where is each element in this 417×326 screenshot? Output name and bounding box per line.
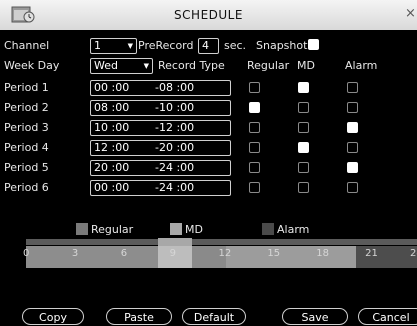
timeline-tick-label: 12 <box>218 248 232 259</box>
period-start-time[interactable]: 00 :00 <box>94 81 129 94</box>
period-regular-checkbox[interactable] <box>249 182 260 193</box>
period-alarm-checkbox[interactable] <box>347 162 358 173</box>
period-end-time[interactable]: -20 :00 <box>155 141 194 155</box>
period-start-time[interactable]: 12 :00 <box>94 141 129 154</box>
period-end-time[interactable]: -08 :00 <box>155 81 194 95</box>
period-md-checkbox[interactable] <box>298 142 309 153</box>
period-end-time[interactable]: -10 :00 <box>155 101 194 115</box>
period-regular-checkbox[interactable] <box>249 162 260 173</box>
channel-value: 1 <box>94 39 101 52</box>
period-time-range[interactable]: 12 :00 -20 :00 <box>90 140 231 156</box>
timeline-tick-label: 24 <box>410 248 417 259</box>
md-header: MD <box>297 59 315 72</box>
timeline-tick-label: 15 <box>267 248 281 259</box>
legend-md-label: MD <box>185 223 203 236</box>
period-time-range[interactable]: 08 :00 -10 :00 <box>90 100 231 116</box>
timeline-period-12-20 <box>226 246 356 268</box>
timeline-tick-label: 18 <box>316 248 329 259</box>
copy-button[interactable]: Copy <box>22 308 84 325</box>
timeline-tick-label: 9 <box>169 248 176 259</box>
period-start-time[interactable]: 08 :00 <box>94 101 129 114</box>
channel-label: Channel <box>4 39 50 52</box>
snapshot-label: Snapshot <box>256 39 308 52</box>
legend-regular-swatch <box>76 223 88 235</box>
period-alarm-checkbox[interactable] <box>347 182 358 193</box>
timeline-period-0-8 <box>26 246 158 268</box>
period-md-checkbox[interactable] <box>298 162 309 173</box>
channel-select[interactable]: 1 ▼ <box>90 38 137 54</box>
period-regular-checkbox[interactable] <box>249 82 260 93</box>
period-end-time[interactable]: -12 :00 <box>155 121 194 135</box>
prerecord-unit: sec. <box>224 39 247 52</box>
period-label: Period 4 <box>4 141 49 154</box>
default-button[interactable]: Default <box>182 308 246 325</box>
period-alarm-checkbox[interactable] <box>347 142 358 153</box>
period-alarm-checkbox[interactable] <box>347 82 358 93</box>
legend-alarm-label: Alarm <box>277 223 310 236</box>
period-alarm-checkbox[interactable] <box>347 102 358 113</box>
period-start-time[interactable]: 00 :00 <box>94 181 129 194</box>
period-label: Period 1 <box>4 81 49 94</box>
period-label: Period 5 <box>4 161 49 174</box>
period-time-range[interactable]: 00 :00 -08 :00 <box>90 80 231 96</box>
period-time-range[interactable]: 20 :00 -24 :00 <box>90 160 231 176</box>
period-label: Period 3 <box>4 121 49 134</box>
record-type-header: Record Type <box>158 59 225 72</box>
period-regular-checkbox[interactable] <box>249 142 260 153</box>
legend-md-swatch <box>170 223 182 235</box>
period-md-checkbox[interactable] <box>298 102 309 113</box>
period-label: Period 2 <box>4 101 49 114</box>
weekday-select[interactable]: Wed ▼ <box>90 58 153 74</box>
period-time-range[interactable]: 00 :00 -24 :00 <box>90 180 231 196</box>
chevron-down-icon: ▼ <box>127 42 133 50</box>
regular-header: Regular <box>247 59 290 72</box>
period-regular-checkbox[interactable] <box>249 122 260 133</box>
period-end-time[interactable]: -24 :00 <box>155 181 194 195</box>
period-md-checkbox[interactable] <box>298 122 309 133</box>
legend-alarm-swatch <box>262 223 274 235</box>
paste-button[interactable]: Paste <box>106 308 172 325</box>
timeline-track <box>26 239 417 245</box>
prerecord-label: PreRecord <box>138 39 194 52</box>
window-title: SCHEDULE <box>174 8 243 22</box>
timeline-md-segment <box>158 238 192 246</box>
timeline-tick-label: 6 <box>120 248 128 259</box>
period-md-checkbox[interactable] <box>298 82 309 93</box>
period-label: Period 6 <box>4 181 49 194</box>
timeline-tick-label: 0 <box>23 248 30 259</box>
period-start-time[interactable]: 10 :00 <box>94 121 129 134</box>
close-icon[interactable]: × <box>405 6 417 22</box>
timeline-tick-label: 21 <box>365 248 378 259</box>
title-bar: SCHEDULE × <box>0 0 417 31</box>
period-end-time[interactable]: -24 :00 <box>155 161 194 175</box>
period-alarm-checkbox[interactable] <box>347 122 358 133</box>
period-regular-checkbox[interactable] <box>249 102 260 113</box>
period-md-checkbox[interactable] <box>298 182 309 193</box>
schedule-panel: Channel 1 ▼ PreRecord 4 sec. Snapshot We… <box>0 30 417 325</box>
snapshot-checkbox[interactable] <box>308 39 319 50</box>
timeline-tick-label: 3 <box>71 248 79 259</box>
prerecord-input[interactable]: 4 <box>198 38 219 54</box>
legend-regular-label: Regular <box>91 223 134 236</box>
cancel-button[interactable]: Cancel <box>358 308 417 325</box>
weekday-label: Week Day <box>4 59 60 72</box>
period-time-range[interactable]: 10 :00 -12 :00 <box>90 120 231 136</box>
chevron-down-icon: ▼ <box>143 62 149 70</box>
alarm-header: Alarm <box>345 59 378 72</box>
save-button[interactable]: Save <box>282 308 348 325</box>
period-start-time[interactable]: 20 :00 <box>94 161 129 174</box>
weekday-value: Wed <box>94 59 118 72</box>
